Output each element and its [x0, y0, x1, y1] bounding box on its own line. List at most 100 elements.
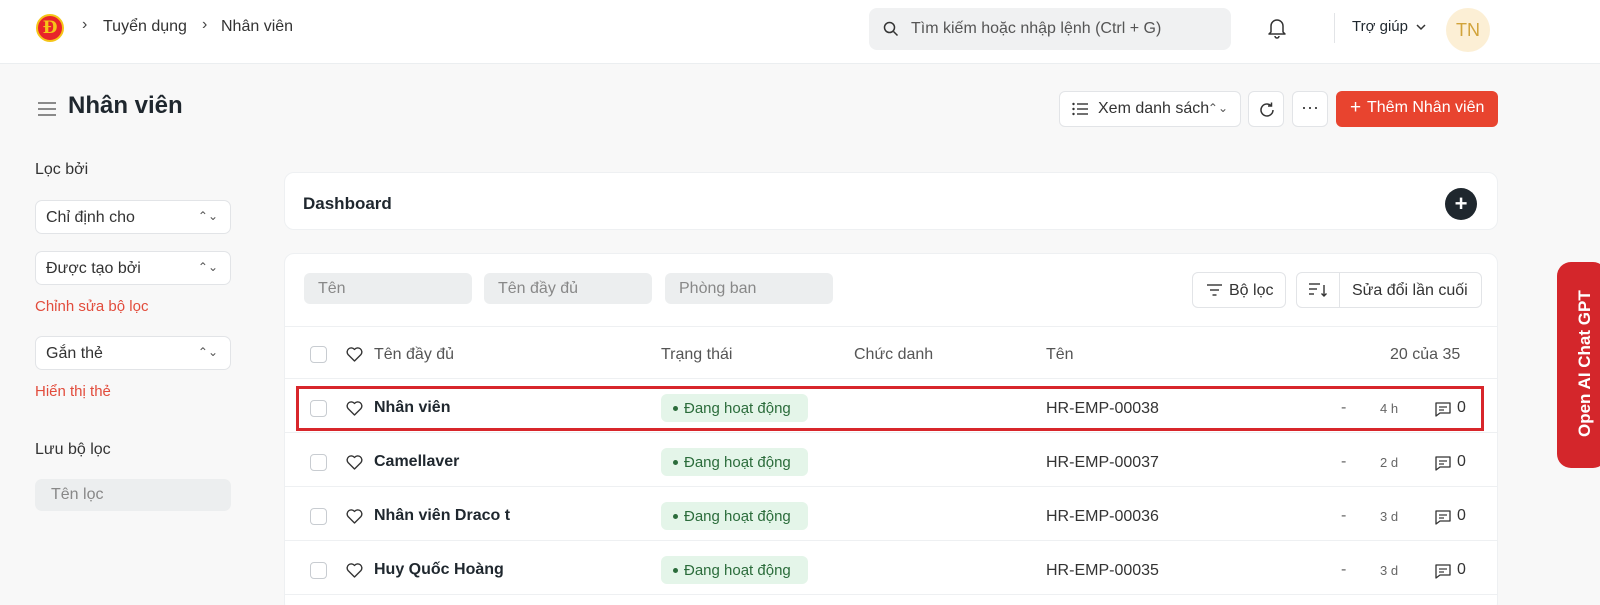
logo-letter: Đ	[42, 18, 58, 38]
top-navbar: Đ › Tuyển dụng › Nhân viên Trợ giúp TN	[0, 0, 1600, 64]
heart-icon[interactable]	[346, 347, 363, 362]
bell-icon[interactable]	[1267, 17, 1287, 39]
sort-control: Sửa đổi lần cuối	[1296, 272, 1482, 308]
row-checkbox[interactable]	[310, 562, 327, 579]
comment-icon	[1435, 402, 1451, 417]
view-switcher-label: Xem danh sách	[1098, 100, 1210, 117]
status-label: Đang hoạt động	[684, 454, 791, 471]
status-badge: Đang hoạt động	[661, 502, 808, 530]
filter-icon	[1207, 284, 1222, 296]
filter-label: Bộ lọc	[1229, 282, 1274, 299]
sort-descending-icon	[1309, 283, 1327, 297]
row-modified-time: 3 d	[1380, 563, 1399, 578]
comment-number: 0	[1457, 399, 1466, 416]
filter-button[interactable]: Bộ lọc	[1192, 272, 1286, 308]
edit-filters-link[interactable]: Chỉnh sửa bộ lọc	[35, 298, 148, 315]
full-name-filter-input[interactable]	[484, 273, 652, 304]
chat-gpt-tab-label: Open AI Chat GPT	[1575, 290, 1594, 437]
row-checkbox[interactable]	[310, 400, 327, 417]
more-actions-button[interactable]: ···	[1292, 91, 1328, 127]
select-arrows-icon: ⌃⌄	[197, 345, 218, 359]
heart-icon[interactable]	[346, 401, 363, 416]
select-arrows-icon: ⌃⌄	[197, 260, 218, 274]
row-employee-id: HR-EMP-00036	[1046, 508, 1159, 525]
created-by-select[interactable]: Được tạo bởi ⌃⌄	[35, 251, 231, 285]
view-switcher-button[interactable]: Xem danh sách ⌃⌄	[1059, 91, 1241, 127]
record-count: 20 của 35	[1390, 346, 1461, 363]
breadcrumb-employee[interactable]: Nhân viên	[221, 18, 293, 36]
avatar[interactable]: TN	[1446, 8, 1490, 52]
add-dashboard-icon[interactable]: +	[1445, 188, 1477, 220]
refresh-icon	[1260, 102, 1274, 117]
tags-select[interactable]: Gắn thẻ ⌃⌄	[35, 336, 231, 370]
column-header-designation: Chức danh	[854, 346, 934, 363]
status-dot	[673, 406, 678, 411]
row-full-name[interactable]: Huy Quốc Hoàng	[374, 561, 504, 579]
department-filter-input[interactable]	[665, 273, 833, 304]
row-checkbox[interactable]	[310, 454, 327, 471]
chat-gpt-tab[interactable]: Open AI Chat GPT	[1557, 262, 1600, 468]
select-arrows-icon: ⌃⌄	[197, 209, 218, 223]
row-full-name[interactable]: Camellaver	[374, 453, 459, 471]
divider	[285, 594, 1497, 595]
column-header-name: Tên	[1046, 346, 1074, 363]
add-employee-button[interactable]: + Thêm Nhân viên	[1336, 91, 1498, 127]
row-employee-id: HR-EMP-00037	[1046, 454, 1159, 471]
page-title: Nhân viên	[68, 92, 183, 119]
heart-icon[interactable]	[346, 455, 363, 470]
assigned-to-label: Chỉ định cho	[46, 209, 135, 226]
divider	[285, 486, 1497, 487]
row-full-name[interactable]: Nhân viên	[374, 399, 450, 417]
name-filter-input[interactable]	[304, 273, 472, 304]
status-label: Đang hoạt động	[684, 562, 791, 579]
comment-number: 0	[1457, 453, 1466, 470]
row-employee-id: HR-EMP-00035	[1046, 562, 1159, 579]
created-by-label: Được tạo bởi	[46, 260, 141, 277]
refresh-button[interactable]	[1248, 91, 1284, 127]
column-header-full-name: Tên đầy đủ	[374, 346, 455, 363]
sort-direction-button[interactable]	[1297, 273, 1340, 307]
status-badge: Đang hoạt động	[661, 556, 808, 584]
employee-list-card: Bộ lọc Sửa đổi lần cuối Tên đầy đủ Trạng…	[284, 253, 1498, 605]
row-dash: -	[1341, 561, 1347, 578]
list-icon	[1072, 102, 1088, 116]
row-modified-time: 2 d	[1380, 455, 1399, 470]
row-employee-id: HR-EMP-00038	[1046, 400, 1159, 417]
status-badge: Đang hoạt động	[661, 394, 808, 422]
status-dot	[673, 460, 678, 465]
status-dot	[673, 514, 678, 519]
filter-name-input[interactable]	[35, 479, 231, 511]
select-all-checkbox[interactable]	[310, 346, 327, 363]
search-bar[interactable]	[869, 8, 1231, 50]
heart-icon[interactable]	[346, 563, 363, 578]
status-dot	[673, 568, 678, 573]
row-modified-time: 3 d	[1380, 509, 1399, 524]
comment-icon	[1435, 456, 1451, 471]
row-full-name[interactable]: Nhân viên Draco t	[374, 507, 510, 525]
divider	[285, 378, 1497, 379]
chevron-right-icon: ›	[82, 16, 88, 33]
dashboard-label: Dashboard	[303, 194, 392, 213]
tags-label: Gắn thẻ	[46, 345, 103, 362]
sort-field-button[interactable]: Sửa đổi lần cuối	[1352, 282, 1468, 300]
search-icon	[883, 21, 899, 37]
comment-icon	[1435, 510, 1451, 525]
comment-number: 0	[1457, 507, 1466, 524]
heart-icon[interactable]	[346, 509, 363, 524]
sidebar-toggle-icon[interactable]	[38, 101, 56, 117]
breadcrumb-recruitment[interactable]: Tuyển dụng	[103, 18, 187, 36]
help-label: Trợ giúp	[1352, 18, 1408, 35]
comment-icon	[1435, 564, 1451, 579]
show-tags-link[interactable]: Hiển thị thẻ	[35, 383, 111, 400]
nav-divider	[1334, 13, 1335, 43]
help-menu[interactable]: Trợ giúp	[1352, 18, 1426, 35]
row-modified-time: 4 h	[1380, 401, 1399, 416]
dashboard-card[interactable]: Dashboard +	[284, 172, 1498, 230]
row-checkbox[interactable]	[310, 508, 327, 525]
status-label: Đang hoạt động	[684, 400, 791, 417]
chevron-right-icon: ›	[202, 16, 208, 33]
chevron-down-icon	[1416, 24, 1426, 31]
assigned-to-select[interactable]: Chỉ định cho ⌃⌄	[35, 200, 231, 234]
app-logo[interactable]: Đ	[36, 14, 64, 42]
search-input[interactable]	[911, 8, 1221, 50]
